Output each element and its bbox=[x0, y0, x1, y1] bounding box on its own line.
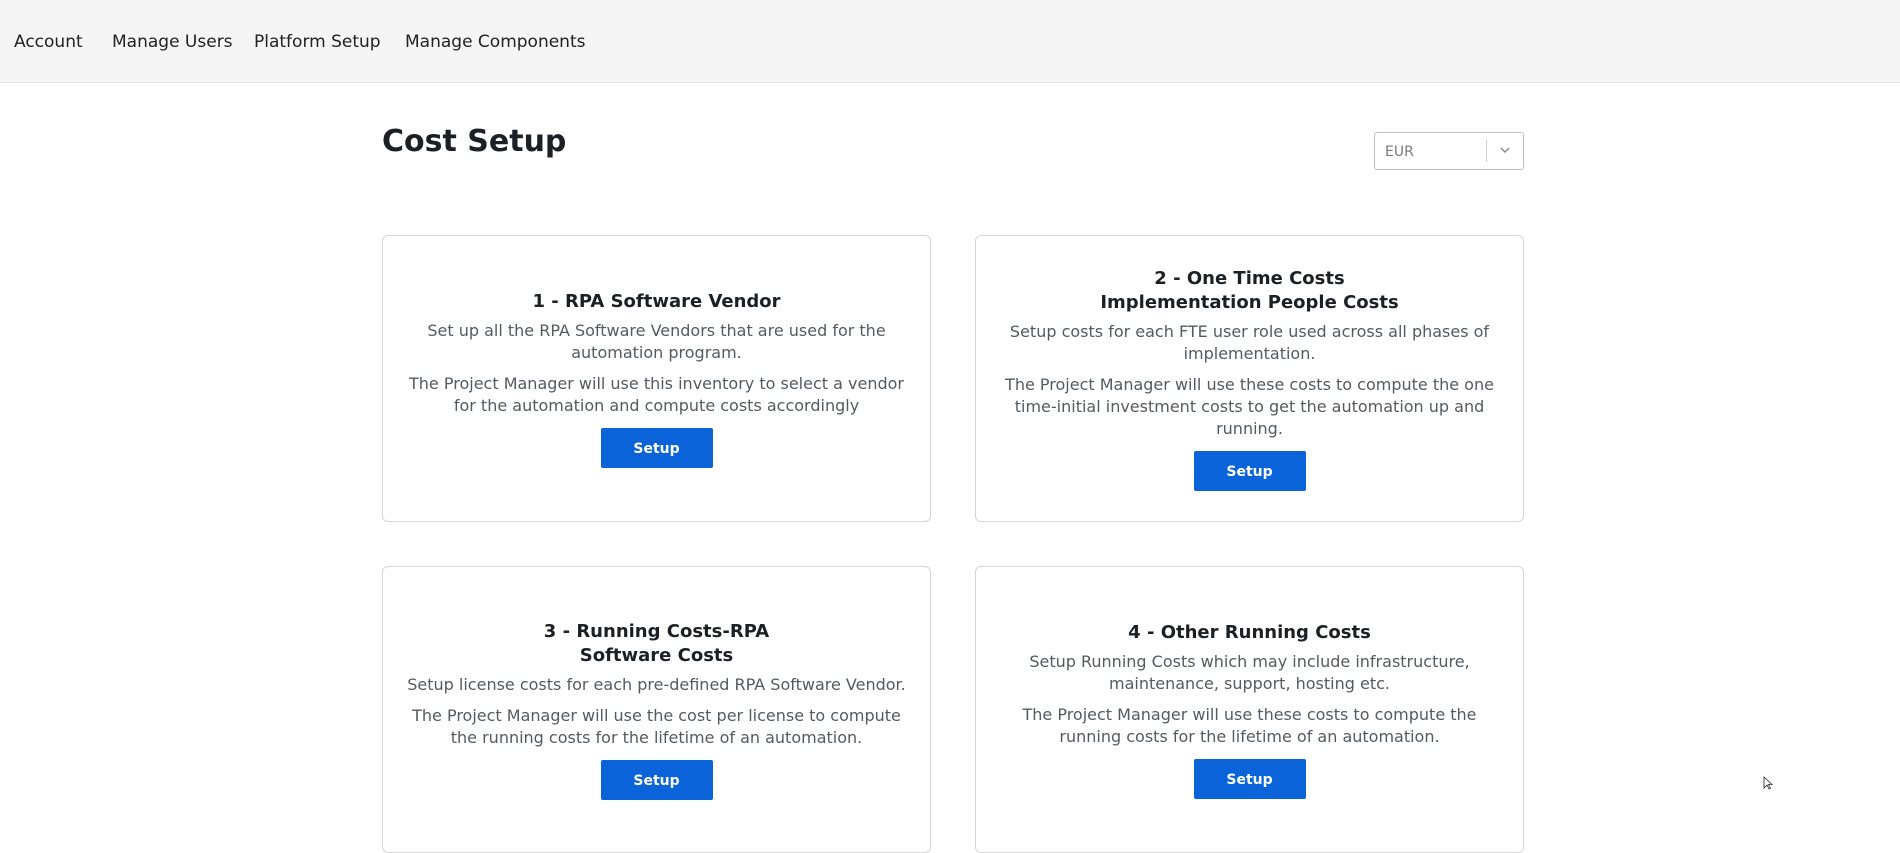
setup-button-rpa-software-vendor[interactable]: Setup bbox=[600, 427, 713, 468]
card-description: Set up all the RPA Software Vendors that… bbox=[427, 320, 886, 362]
card-title-line: 2 - One Time Costs bbox=[1154, 267, 1345, 289]
card-title-line: Implementation People Costs bbox=[1100, 291, 1399, 313]
card-running-costs-rpa: 3 - Running Costs-RPA Software Costs Set… bbox=[382, 566, 931, 853]
setup-button-running-costs-rpa[interactable]: Setup bbox=[600, 759, 713, 800]
chevron-down-icon[interactable] bbox=[1497, 142, 1513, 158]
card-rpa-software-vendor: 1 - RPA Software Vendor Set up all the R… bbox=[382, 235, 931, 522]
card-description: Setup license costs for each pre-defined… bbox=[407, 674, 906, 694]
card-description-detail: The Project Manager will use these costs… bbox=[1022, 704, 1477, 746]
nav-item-manage-users[interactable]: Manage Users bbox=[112, 32, 233, 52]
nav-item-account[interactable]: Account bbox=[14, 32, 83, 52]
card-title-line: 4 - Other Running Costs bbox=[1128, 621, 1371, 643]
nav-item-manage-components[interactable]: Manage Components bbox=[405, 32, 585, 52]
card-title: 1 - RPA Software Vendor bbox=[403, 290, 910, 314]
card-title-line: 3 - Running Costs-RPA bbox=[543, 620, 770, 642]
mouse-cursor-icon bbox=[1763, 776, 1773, 790]
setup-button-one-time-costs[interactable]: Setup bbox=[1193, 450, 1306, 491]
currency-select-value: EUR bbox=[1385, 144, 1414, 160]
card-title: 2 - One Time Costs Implementation People… bbox=[996, 267, 1503, 315]
card-other-running-costs: 4 - Other Running Costs Setup Running Co… bbox=[975, 566, 1524, 853]
card-description-detail: The Project Manager will use the cost pe… bbox=[412, 705, 901, 747]
currency-select-divider bbox=[1486, 140, 1487, 162]
card-title: 4 - Other Running Costs bbox=[996, 621, 1503, 645]
setup-button-other-running-costs[interactable]: Setup bbox=[1193, 758, 1306, 799]
card-description-detail: The Project Manager will use this invent… bbox=[409, 373, 904, 415]
card-title-line: 1 - RPA Software Vendor bbox=[532, 290, 781, 312]
card-title: 3 - Running Costs-RPA Software Costs bbox=[403, 620, 910, 668]
card-description: Setup Running Costs which may include in… bbox=[1029, 651, 1470, 693]
card-description-detail: The Project Manager will use these costs… bbox=[1005, 374, 1494, 438]
card-title-line: Software Costs bbox=[579, 644, 734, 666]
nav-item-platform-setup[interactable]: Platform Setup bbox=[254, 32, 381, 52]
card-description: Setup costs for each FTE user role used … bbox=[1009, 321, 1490, 363]
top-navigation: Account Manage Users Platform Setup Mana… bbox=[0, 0, 1900, 83]
card-one-time-costs: 2 - One Time Costs Implementation People… bbox=[975, 235, 1524, 522]
currency-select[interactable]: EUR bbox=[1374, 132, 1524, 170]
page-title: Cost Setup bbox=[382, 124, 567, 159]
